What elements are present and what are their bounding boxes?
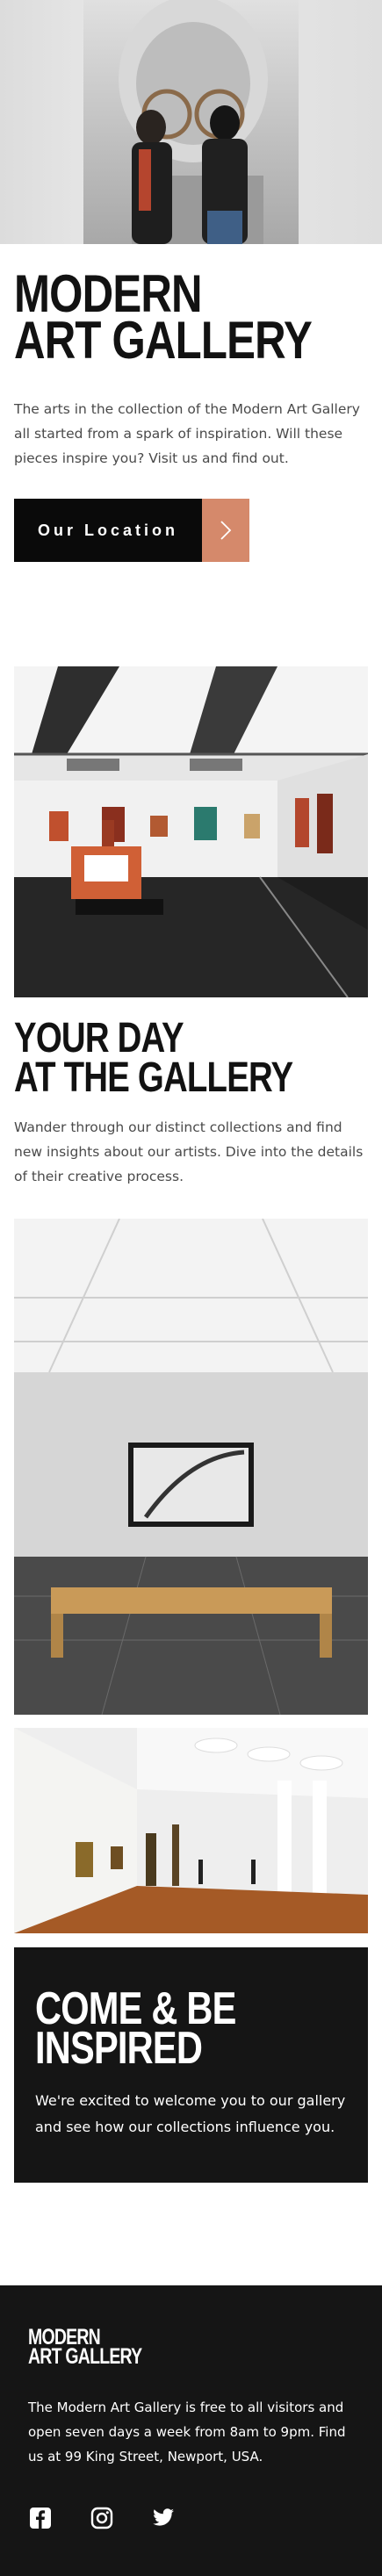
inspired-heading-line-2: Inspired bbox=[35, 2023, 203, 2074]
chevron-right-icon bbox=[202, 499, 249, 562]
footer: Modern Art Gallery The Modern Art Galler… bbox=[0, 2285, 382, 2576]
our-location-button[interactable]: Our Location bbox=[14, 499, 249, 562]
your-day-heading-line-2: at the gallery bbox=[14, 1054, 293, 1101]
instagram-icon[interactable] bbox=[90, 2506, 114, 2530]
our-location-button-label: Our Location bbox=[14, 499, 202, 562]
inspired-description: We're excited to welcome you to our gall… bbox=[35, 2092, 346, 2135]
footer-description: The Modern Art Gallery is free to all vi… bbox=[28, 2400, 346, 2464]
your-day-heading: Your Day at the gallery bbox=[14, 1018, 293, 1099]
facebook-icon[interactable] bbox=[28, 2506, 53, 2530]
inspired-heading: Come & Be Inspired bbox=[35, 1986, 236, 2071]
footer-logo[interactable]: Modern Art Gallery bbox=[28, 2327, 142, 2369]
gallery-hallway-image bbox=[14, 1728, 368, 1933]
your-day-description: Wander through our distinct collections … bbox=[14, 1119, 364, 1184]
hero-description: The arts in the collection of the Modern… bbox=[14, 401, 360, 466]
gallery-bench-image bbox=[14, 1219, 368, 1715]
hero-image bbox=[0, 0, 382, 244]
page-title: Modern Art Gallery bbox=[14, 268, 313, 367]
hero-image-art bbox=[83, 0, 299, 244]
gallery-interior-image-art bbox=[14, 666, 368, 997]
social-links bbox=[28, 2506, 176, 2530]
page-title-line-2: Art Gallery bbox=[14, 311, 313, 370]
gallery-hallway-image-art bbox=[14, 1728, 368, 1933]
gallery-interior-image bbox=[14, 666, 368, 997]
footer-logo-line-2: Art Gallery bbox=[28, 2344, 142, 2369]
inspired-panel: Come & Be Inspired We're excited to welc… bbox=[14, 1947, 368, 2183]
twitter-icon[interactable] bbox=[151, 2506, 176, 2530]
gallery-bench-image-art bbox=[14, 1219, 368, 1715]
